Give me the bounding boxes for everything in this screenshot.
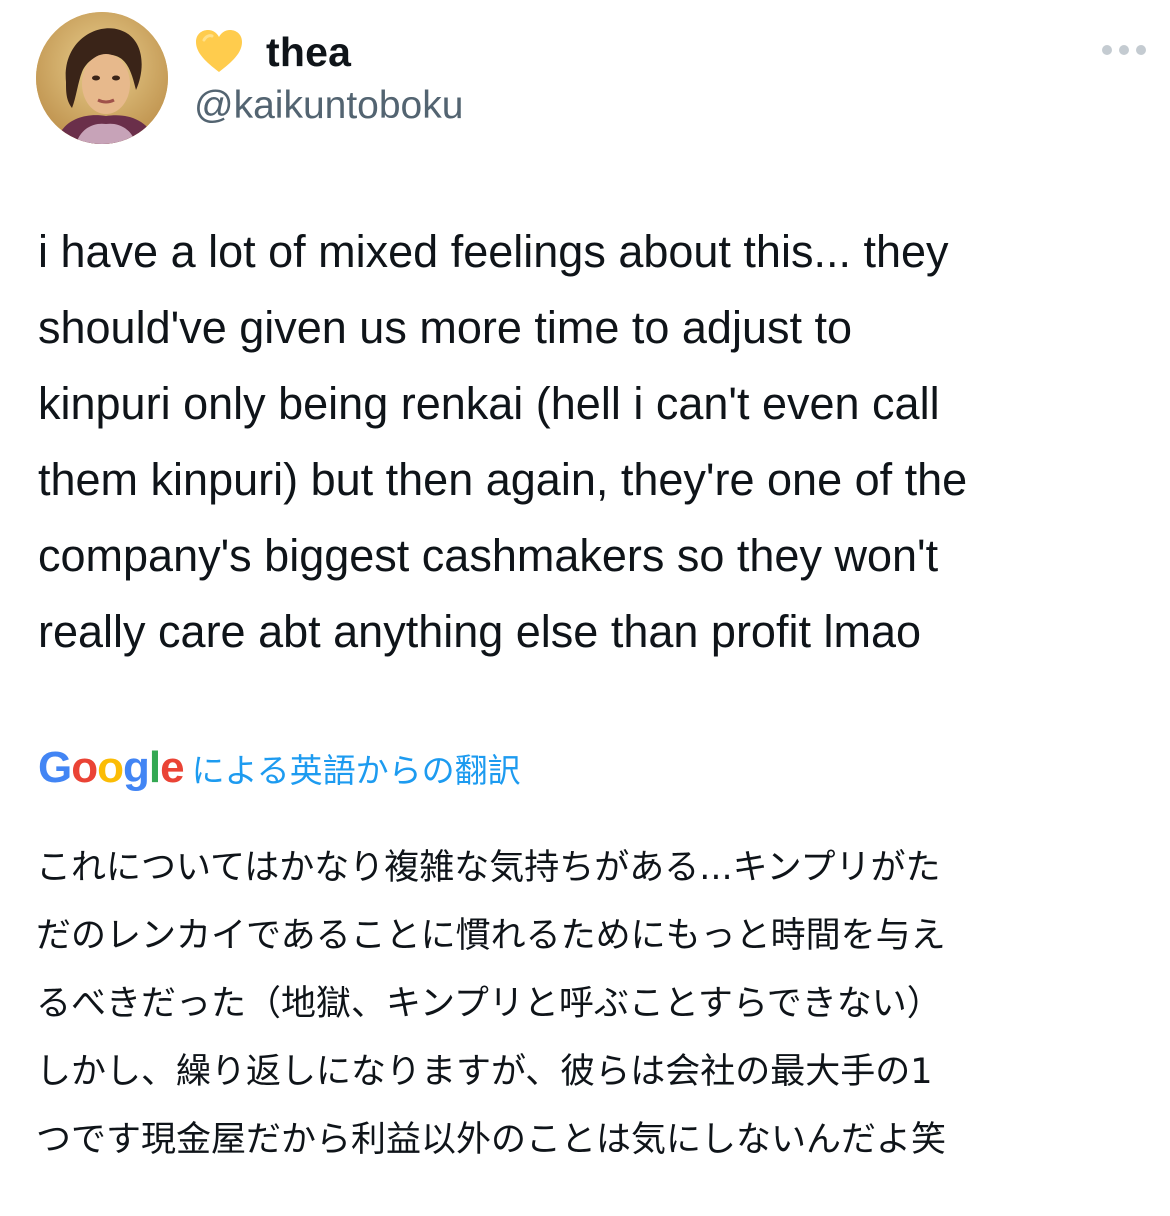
translation-label[interactable]: による英語からの翻訳 <box>192 744 521 792</box>
author-name-row[interactable]: thea <box>194 26 351 78</box>
translated-text-line: しかし、繰り返しになりますが、彼らは会社の最大手の1 <box>36 1052 933 1092</box>
translated-text-line: だのレンカイであることに慣れるためにもっと時間を与え <box>36 916 946 956</box>
more-horizontal-icon-dot <box>1136 45 1146 55</box>
translated-text-line: これについてはかなり複雑な気持ちがある...キンプリがた <box>36 848 941 888</box>
display-name: thea <box>266 28 352 75</box>
tweet-header: thea @kaikuntoboku <box>36 12 1146 144</box>
avatar-image <box>36 12 168 144</box>
translation-attribution[interactable]: Google による英語からの翻訳 <box>38 738 521 798</box>
tweet-text-line: company's biggest cashmakers so they won… <box>38 530 939 581</box>
tweet-text: i have a lot of mixed feelings about thi… <box>38 214 1138 670</box>
google-logo[interactable]: Google <box>38 743 185 793</box>
tweet-text-line: i have a lot of mixed feelings about thi… <box>38 226 949 277</box>
tweet-text-line: should've given us more time to adjust t… <box>38 302 853 353</box>
translated-text-line: つです現金屋だから利益以外のことは気にしないんだよ笑 <box>36 1120 947 1160</box>
more-options-button[interactable] <box>1102 40 1146 60</box>
tweet-text-line: them kinpuri) but then again, they're on… <box>38 454 968 505</box>
yellow-heart-icon <box>196 30 242 72</box>
tweet-text-line: kinpuri only being renkai (hell i can't … <box>38 378 940 429</box>
more-horizontal-icon-dot <box>1119 45 1129 55</box>
user-handle[interactable]: @kaikuntoboku <box>194 84 463 128</box>
translated-text-line: るべきだった（地獄、キンプリと呼ぶことすらできない） <box>36 984 942 1024</box>
tweet-text-line: really care abt anything else than profi… <box>38 606 921 657</box>
translated-text: これについてはかなり複雑な気持ちがある...キンプリがた だのレンカイであること… <box>36 834 1146 1174</box>
more-horizontal-icon-dot <box>1102 45 1112 55</box>
avatar[interactable] <box>36 12 168 144</box>
